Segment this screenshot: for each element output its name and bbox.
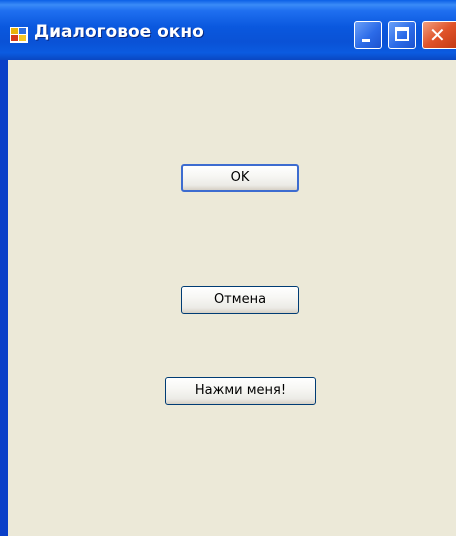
maximize-icon [395,27,409,41]
app-window-icon[interactable] [10,27,28,43]
minimize-button[interactable] [354,21,382,49]
title-bar[interactable]: Диалоговое окно ✕ [0,0,456,60]
dialog-client-area: OK Отмена Нажми меня! [8,60,456,536]
window-title: Диалоговое окно [34,22,204,42]
close-button[interactable]: ✕ [422,21,456,49]
minimize-icon [362,39,370,42]
press-me-button[interactable]: Нажми меня! [165,377,316,405]
ok-button[interactable]: OK [181,164,299,192]
close-icon: ✕ [429,23,446,47]
dialog-window: Диалоговое окно ✕ OK Отмена Нажми меня! [0,0,456,536]
cancel-button[interactable]: Отмена [181,286,299,314]
maximize-button[interactable] [388,21,416,49]
